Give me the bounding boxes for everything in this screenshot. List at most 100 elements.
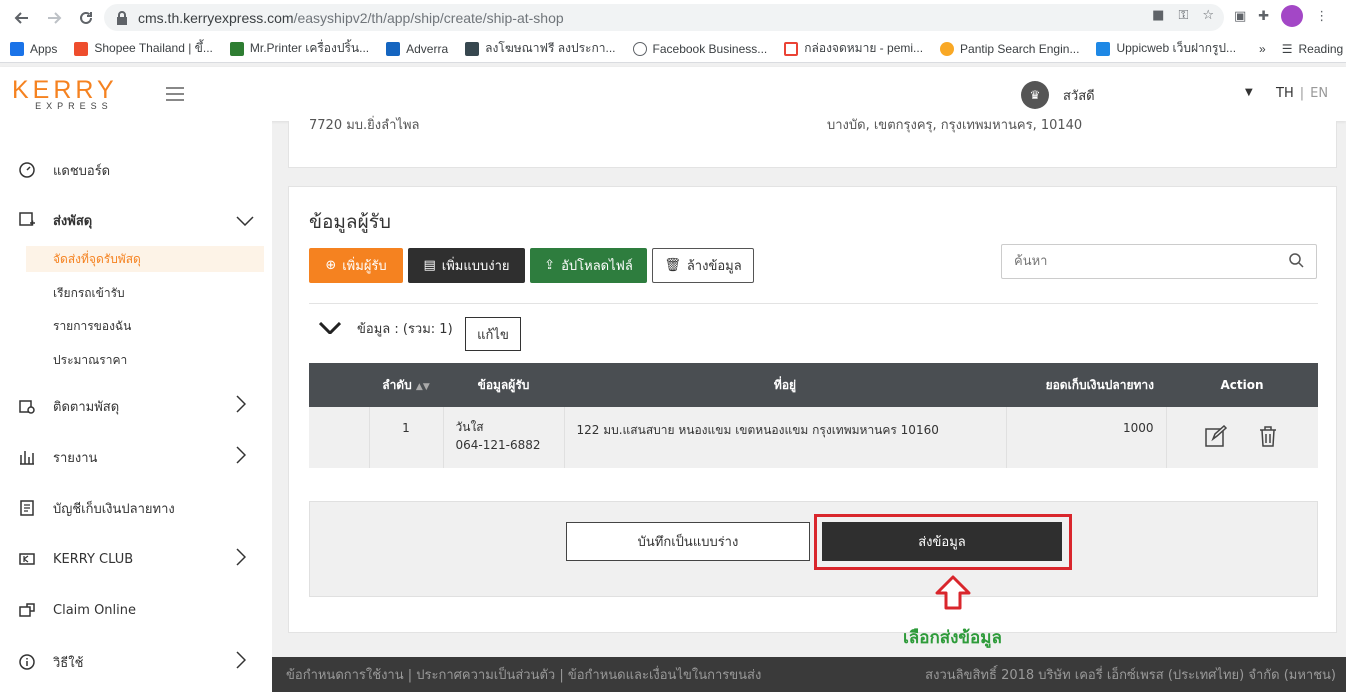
- bookmark-item[interactable]: Mr.Printer เครื่องปริ้น...: [229, 39, 369, 58]
- edit-button[interactable]: แก้ไข: [465, 317, 521, 351]
- printer-site-icon: [229, 41, 244, 56]
- action-bar: บันทึกเป็นแบบร่าง ส่งข้อมูล: [309, 501, 1318, 597]
- submit-button[interactable]: ส่งข้อมูล: [822, 522, 1062, 561]
- lang-th[interactable]: TH: [1276, 86, 1294, 101]
- url-text: cms.th.kerryexpress.com/easyshipv2/th/ap…: [138, 9, 564, 26]
- sidebar-item-help[interactable]: วิธีใช้: [0, 647, 272, 677]
- plus-circle-icon: ⊕: [325, 258, 337, 273]
- adverra-icon: [386, 41, 401, 56]
- quick-add-button[interactable]: ▤ เพิ่มแบบง่าย: [408, 248, 525, 283]
- upload-file-button[interactable]: ⇪ อัปโหลดไฟล์: [530, 248, 647, 283]
- chevron-right-icon[interactable]: [236, 651, 247, 673]
- upload-icon: ⇪: [544, 258, 556, 273]
- row-index: 1: [368, 407, 443, 468]
- key-icon[interactable]: ⚿: [1178, 8, 1188, 23]
- table-row: 1 วันใส 064-121-6882 122 มบ.แสนสบาย หนอง…: [309, 407, 1318, 468]
- back-icon[interactable]: [6, 2, 38, 34]
- search-box: [1001, 244, 1317, 279]
- sidebar-item-dashboard[interactable]: แดชบอร์ด: [0, 155, 272, 185]
- search-input[interactable]: [1002, 254, 1272, 269]
- bookmark-item[interactable]: Shopee Thailand | ขึ้...: [74, 39, 213, 58]
- chevron-right-icon[interactable]: [236, 548, 247, 570]
- trash-icon: 🗑: [664, 258, 681, 273]
- sender-panel: 7720 มบ.ยิ่งลำไพล บางบัด, เขตกรุงครุ, กร…: [288, 118, 1337, 168]
- greeting-text: สวัสดี: [1063, 88, 1095, 104]
- browser-toolbar: cms.th.kerryexpress.com/easyshipv2/th/ap…: [0, 0, 1346, 35]
- user-menu[interactable]: ♛ สวัสดี ▼: [1021, 81, 1253, 109]
- sidebar-item-cod-account[interactable]: บัญชีเก็บเงินปลายทาง: [0, 493, 272, 523]
- table-header-row: ลำดับ ▲▼ ข้อมูลผู้รับ ที่อยู่ ยอดเก็บเงิ…: [309, 363, 1318, 407]
- sidebar-item-report[interactable]: รายงาน: [0, 442, 272, 472]
- bookmark-item[interactable]: Apps: [10, 41, 57, 56]
- col-index[interactable]: ลำดับ ▲▼: [369, 363, 443, 407]
- lang-en[interactable]: EN: [1310, 86, 1328, 101]
- sidebar-subitem-ship-at-shop[interactable]: จัดส่งที่จุดรับพัสดุ: [26, 246, 264, 272]
- clear-data-button[interactable]: 🗑 ล้างข้อมูล: [652, 248, 754, 283]
- sidebar-item-claim-online[interactable]: Claim Online: [0, 595, 272, 625]
- edit-icon[interactable]: [1204, 424, 1227, 450]
- report-icon: [18, 448, 36, 466]
- address-bar[interactable]: cms.th.kerryexpress.com/easyshipv2/th/ap…: [104, 4, 1224, 31]
- bookmark-item[interactable]: ลงโฆษณาฟรี ลงประกา...: [465, 39, 616, 58]
- chevron-right-icon[interactable]: [236, 446, 247, 468]
- extensions-puzzle-icon[interactable]: ✚: [1258, 9, 1269, 24]
- reload-icon[interactable]: [70, 2, 102, 34]
- footer-links[interactable]: ข้อกำหนดการใช้งาน | ประกาศความเป็นส่วนตั…: [286, 664, 761, 685]
- search-icon[interactable]: [1289, 253, 1304, 272]
- forward-icon[interactable]: [38, 2, 70, 34]
- save-draft-button[interactable]: บันทึกเป็นแบบร่าง: [566, 522, 810, 561]
- club-icon: [18, 550, 36, 568]
- footer: ข้อกำหนดการใช้งาน | ประกาศความเป็นส่วนตั…: [272, 657, 1346, 692]
- sender-address-left: 7720 มบ.ยิ่งลำไพล: [309, 118, 420, 133]
- add-recipient-button[interactable]: ⊕ เพิ่มผู้รับ: [309, 248, 403, 283]
- language-switch: TH | EN: [1276, 86, 1329, 101]
- lock-icon: [117, 10, 127, 25]
- recipient-phone: 064-121-6882: [455, 438, 541, 452]
- sidebar-subitem-price-estimate[interactable]: ประมาณราคา: [26, 347, 264, 373]
- chevron-down-icon[interactable]: [318, 319, 342, 338]
- bookmark-item[interactable]: Pantip Search Engin...: [940, 41, 1079, 56]
- bookmark-item[interactable]: Adverra: [386, 41, 448, 56]
- apps-grid-icon: [10, 41, 24, 56]
- menu-toggle-icon[interactable]: [166, 87, 184, 105]
- sidebar-subitem-pickup[interactable]: เรียกรถเข้ารับ: [26, 280, 264, 306]
- sort-icon[interactable]: ▲▼: [416, 382, 430, 392]
- sidebar: แดชบอร์ด ส่งพัสดุ จัดส่งที่จุดรับพัสดุ เ…: [0, 121, 272, 692]
- form-icon: ▤: [423, 258, 436, 273]
- bookmark-item[interactable]: กล่องจดหมาย - pemi...: [784, 39, 923, 58]
- facebook-business-icon: [632, 41, 647, 56]
- col-address: ที่อยู่: [564, 363, 1006, 407]
- sidebar-item-kerry-club[interactable]: KERRY CLUB: [0, 544, 272, 574]
- sidebar-item-track[interactable]: ติดตามพัสดุ: [0, 391, 272, 421]
- sidebar-subitem-my-list[interactable]: รายการของฉัน: [26, 313, 264, 339]
- profile-avatar[interactable]: [1281, 5, 1304, 27]
- bookmark-item[interactable]: Facebook Business...: [632, 41, 767, 56]
- browser-menu-icon[interactable]: ⋮: [1315, 9, 1328, 24]
- chevron-right-icon[interactable]: [236, 395, 247, 417]
- track-icon: [18, 397, 36, 415]
- camera-blocked-icon[interactable]: ■: [1152, 8, 1164, 23]
- pantip-icon: [940, 41, 955, 56]
- more-bookmarks-icon[interactable]: »: [1259, 42, 1266, 56]
- kerry-logo[interactable]: KERRY EXPRESS: [12, 78, 118, 112]
- cod-account-icon: [18, 499, 36, 517]
- bookmarks-bar: Apps Shopee Thailand | ขึ้... Mr.Printer…: [0, 35, 1346, 63]
- dashboard-icon: [18, 161, 36, 179]
- delete-icon[interactable]: [1258, 426, 1278, 450]
- col-action: Action: [1166, 363, 1318, 407]
- extension-chat-icon[interactable]: ▣: [1234, 9, 1246, 24]
- row-recipient: วันใส 064-121-6882: [442, 407, 564, 468]
- chevron-down-icon[interactable]: [236, 211, 254, 230]
- arrow-up-icon: [935, 575, 971, 610]
- user-avatar-crown-icon: ♛: [1021, 81, 1049, 109]
- star-icon[interactable]: ☆: [1202, 8, 1214, 23]
- reading-list-label[interactable]: Reading list: [1299, 42, 1346, 56]
- caret-down-icon[interactable]: ▼: [1245, 87, 1253, 98]
- reading-list-icon[interactable]: ☰: [1282, 42, 1293, 56]
- summary-toggle[interactable]: ข้อมูล : (รวม: 1): [318, 318, 453, 339]
- bookmark-item[interactable]: Uppicweb เว็บฝากรูป...: [1096, 39, 1236, 58]
- sidebar-item-ship[interactable]: ส่งพัสดุ: [0, 205, 272, 235]
- uppicweb-icon: [1096, 41, 1111, 56]
- sender-address-right: บางบัด, เขตกรุงครุ, กรุงเทพมหานคร, 10140: [827, 118, 1083, 133]
- divider: [309, 303, 1318, 304]
